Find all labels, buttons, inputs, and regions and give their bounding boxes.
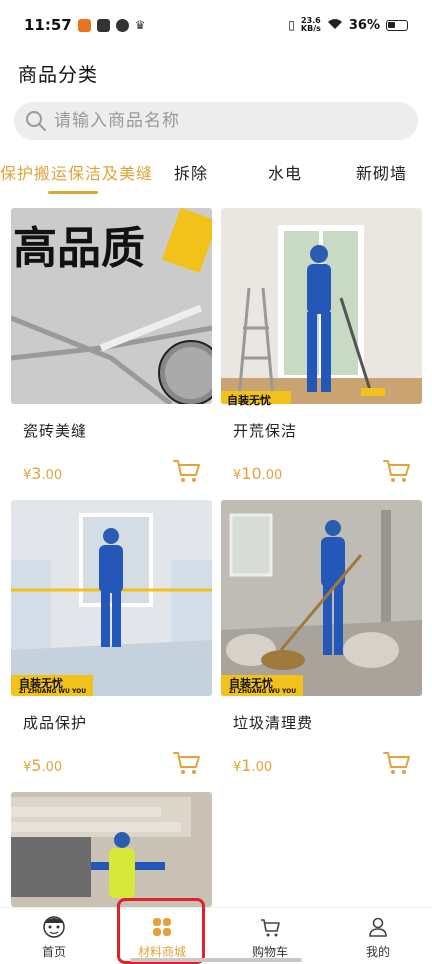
tab-protection-cleaning[interactable]: 保护搬运保洁及美缝	[0, 160, 153, 184]
product-image-protection[interactable]	[11, 500, 212, 696]
network-speed: 23.6 KB/s	[301, 17, 321, 33]
image-overlay-text: 高品质	[13, 223, 145, 274]
status-time: 11:57	[24, 16, 72, 34]
vibrate-icon: ▯	[288, 18, 295, 32]
product-name: 瓷砖美缝	[23, 422, 88, 440]
add-to-cart-icon[interactable]	[383, 458, 411, 484]
price-decimal: .00	[251, 760, 273, 775]
image-banner: 自装无忧	[227, 394, 271, 407]
image-banner-sub: ZI ZHUANG WU YOU	[229, 688, 297, 695]
cart-icon	[261, 919, 280, 937]
nav-profile-label: 我的	[365, 945, 390, 959]
product-card[interactable]: 自装无忧 开荒保洁 ¥10.00	[221, 208, 422, 492]
product-image-materials-transport[interactable]	[11, 792, 212, 907]
status-right: ▯ 23.6 KB/s 36%	[288, 17, 408, 33]
mascot-icon	[43, 916, 65, 938]
product-price: ¥3.00	[23, 464, 62, 483]
add-to-cart-icon[interactable]	[383, 750, 411, 776]
app-notification-icon	[96, 18, 110, 32]
battery-percent: 36%	[348, 17, 380, 33]
product-name: 垃圾清理费	[233, 714, 314, 732]
price-decimal: .00	[41, 760, 63, 775]
search-icon	[26, 111, 46, 131]
app-notification-icon	[77, 18, 91, 32]
wifi-icon	[327, 18, 343, 33]
status-left: 11:57 ♛	[24, 16, 146, 34]
add-to-cart-icon[interactable]	[173, 458, 201, 484]
status-bar: 11:57 ♛ ▯ 23.6 KB/s 36%	[0, 0, 432, 50]
image-banner-sub: ZI ZHUANG WU YOU	[19, 688, 87, 695]
product-card[interactable]: 高品质 瓷砖美缝 ¥3.00	[11, 208, 212, 492]
price-integer: 5	[31, 756, 42, 775]
nav-profile[interactable]: 我的	[324, 908, 432, 964]
search-box[interactable]	[14, 102, 418, 140]
battery-icon	[386, 19, 408, 31]
nav-materials-mall[interactable]: 材料商城	[108, 908, 216, 964]
tab-plumbing-electric[interactable]: 水电	[268, 160, 302, 184]
tab-active-indicator	[48, 191, 98, 194]
product-image-waste-cleanup[interactable]	[221, 500, 422, 696]
product-price: ¥1.00	[233, 756, 272, 775]
product-image-cleaning[interactable]	[221, 208, 422, 404]
tab-new-wall[interactable]: 新砌墙	[356, 160, 407, 184]
search-input[interactable]	[54, 111, 394, 131]
price-integer: 3	[31, 464, 42, 483]
tab-demolition[interactable]: 拆除	[174, 160, 208, 184]
product-card[interactable]: 自装无忧 ZI ZHUANG WU YOU 垃圾清理费 ¥1.00	[221, 500, 422, 784]
product-price: ¥5.00	[23, 756, 62, 775]
nav-home[interactable]: 首页	[0, 908, 108, 964]
price-decimal: .00	[41, 468, 63, 483]
nav-home-label: 首页	[41, 945, 66, 959]
check-notification-icon	[115, 18, 129, 32]
network-speed-unit: KB/s	[300, 24, 321, 33]
price-integer: 1	[241, 756, 252, 775]
product-name: 成品保护	[23, 714, 88, 732]
page-title: 商品分类	[18, 64, 99, 86]
price-decimal: .00	[261, 468, 283, 483]
price-integer: 10	[241, 464, 262, 483]
bottom-nav: 首页 材料商城 购物车 我的	[0, 907, 432, 964]
grid-icon	[153, 918, 171, 936]
product-name: 开荒保洁	[233, 422, 298, 440]
home-indicator[interactable]	[130, 958, 302, 962]
product-price: ¥10.00	[233, 464, 282, 483]
user-icon	[369, 917, 387, 937]
product-card[interactable]: 自装无忧 ZI ZHUANG WU YOU 成品保护 ¥5.00	[11, 500, 212, 784]
crown-icon: ♛	[134, 18, 146, 32]
nav-cart[interactable]: 购物车	[216, 908, 324, 964]
add-to-cart-icon[interactable]	[173, 750, 201, 776]
category-tabs: 保护搬运保洁及美缝 拆除 水电 新砌墙	[0, 150, 432, 194]
product-card[interactable]	[11, 792, 212, 907]
